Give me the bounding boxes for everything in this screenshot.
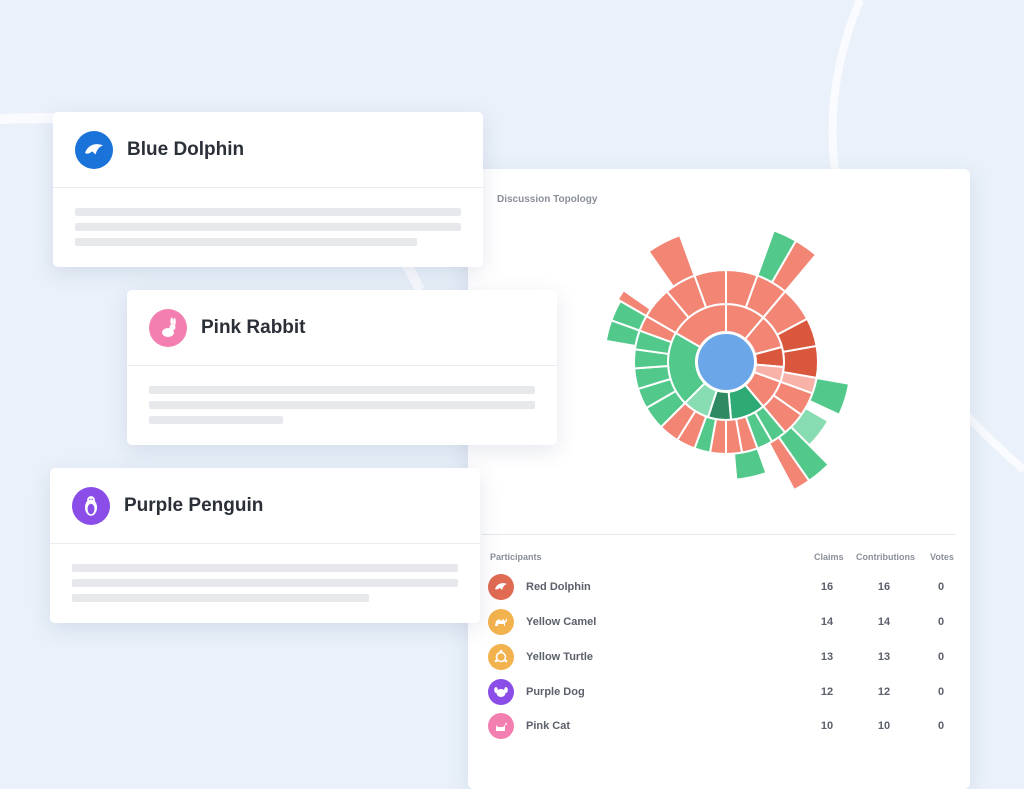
sunburst-segment [732, 447, 768, 481]
dog-icon [488, 679, 514, 705]
contributions-value: 10 [877, 720, 891, 732]
participant-card[interactable]: Purple Penguin [50, 468, 480, 623]
claims-value: 14 [820, 616, 834, 628]
contributions-value: 13 [877, 651, 891, 663]
participants-header: Participants [490, 552, 542, 562]
placeholder-line [75, 238, 417, 246]
votes-value: 0 [937, 720, 945, 732]
participant-name: Purple Dog [526, 686, 585, 698]
turtle-icon [488, 644, 514, 670]
table-row[interactable]: Yellow Turtle 13 13 0 [468, 641, 970, 676]
placeholder-line [75, 208, 461, 216]
votes-value: 0 [937, 616, 945, 628]
discussion-panel: Discussion Topology Participants Claims … [468, 169, 970, 789]
card-title: Pink Rabbit [201, 317, 306, 338]
rabbit-icon [149, 309, 187, 347]
votes-value: 0 [937, 581, 945, 593]
placeholder-line [149, 416, 283, 424]
dolphin-icon [75, 131, 113, 169]
sunburst-segment [808, 376, 851, 417]
table-row[interactable]: Purple Dog 12 12 0 [468, 676, 970, 711]
participant-name: Pink Cat [526, 720, 571, 732]
table-row[interactable]: Red Dolphin 16 16 0 [468, 571, 970, 606]
participant-card[interactable]: Pink Rabbit [127, 290, 557, 445]
placeholder-line [72, 579, 458, 587]
placeholder-line [72, 564, 458, 572]
divider [482, 534, 956, 535]
placeholder-line [149, 386, 535, 394]
participant-name: Red Dolphin [526, 581, 591, 593]
claims-value: 12 [820, 686, 834, 698]
participant-name: Yellow Turtle [526, 651, 594, 663]
placeholder-line [75, 223, 461, 231]
camel-icon [488, 609, 514, 635]
card-header: Pink Rabbit [127, 290, 557, 366]
contributions-value: 16 [877, 581, 891, 593]
placeholder-line [149, 401, 535, 409]
claims-value: 16 [820, 581, 834, 593]
votes-value: 0 [937, 686, 945, 698]
sunburst-center [696, 332, 756, 392]
participant-name: Yellow Camel [526, 616, 597, 628]
card-header: Purple Penguin [50, 468, 480, 544]
claims-value: 13 [820, 651, 834, 663]
votes-header: Votes [930, 552, 954, 562]
table-row[interactable]: Yellow Camel 14 14 0 [468, 606, 970, 641]
card-title: Blue Dolphin [127, 139, 245, 160]
claims-value: 10 [820, 720, 834, 732]
table-row[interactable]: Pink Cat 10 10 0 [468, 710, 970, 745]
card-title: Purple Penguin [124, 495, 264, 516]
penguin-icon [72, 487, 110, 525]
contributions-value: 14 [877, 616, 891, 628]
claims-header: Claims [814, 552, 844, 562]
votes-value: 0 [937, 651, 945, 663]
cat-icon [488, 713, 514, 739]
contributions-header: Contributions [856, 552, 915, 562]
contributions-value: 12 [877, 686, 891, 698]
card-header: Blue Dolphin [53, 112, 483, 188]
participant-card[interactable]: Blue Dolphin [53, 112, 483, 267]
placeholder-line [72, 594, 369, 602]
sunburst-segment [647, 233, 696, 289]
dolphin-icon [488, 574, 514, 600]
